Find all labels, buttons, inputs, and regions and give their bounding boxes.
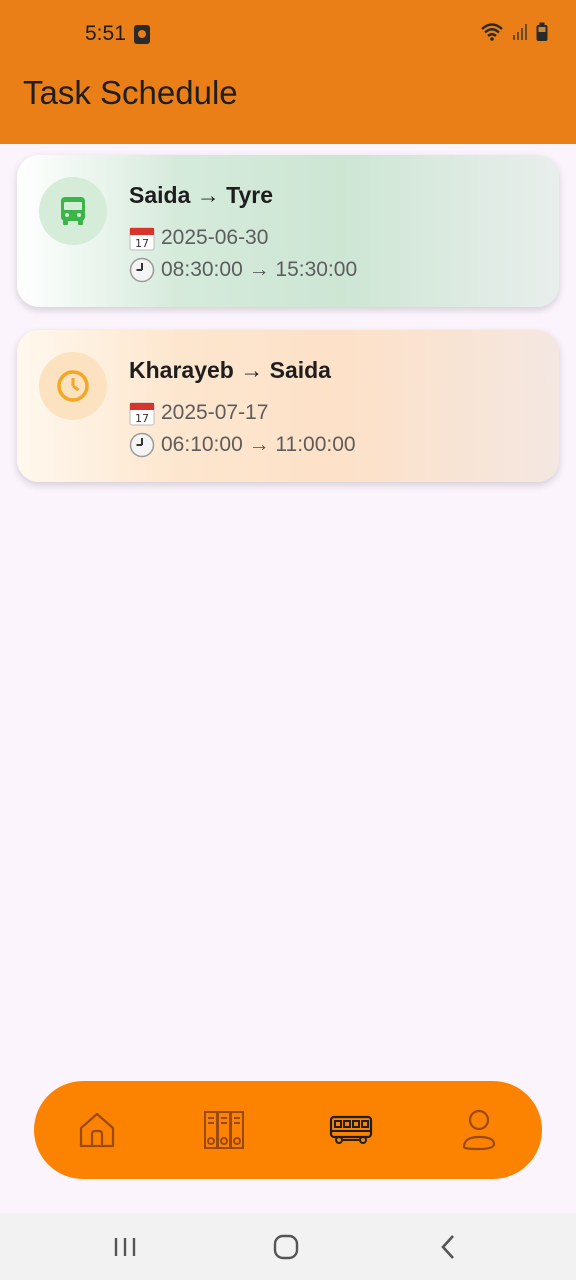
task-date-row: 17 2025-07-17	[129, 400, 268, 426]
task-date-row: 17 2025-06-30	[129, 225, 268, 251]
task-card[interactable]: Kharayeb → Saida 17 2025-07-17 06:10:00 …	[17, 330, 559, 482]
calendar-icon: 17	[129, 402, 155, 426]
nav-home[interactable]	[72, 1105, 122, 1155]
profile-icon	[462, 1109, 496, 1151]
task-card[interactable]: Saida → Tyre 17 2025-06-30 08:30:00 → 15…	[17, 155, 559, 307]
clock-icon	[39, 352, 107, 420]
status-time: 5:51	[85, 22, 126, 45]
task-route: Saida → Tyre	[129, 182, 274, 208]
app-bar: 5:51 Task Schedule	[0, 0, 576, 144]
back-icon	[441, 1235, 454, 1259]
nav-profile[interactable]	[454, 1105, 504, 1155]
nav-lockers[interactable]	[199, 1105, 249, 1155]
bus-icon	[39, 177, 107, 245]
task-time-row: 08:30:00 → 15:30:00	[129, 257, 357, 283]
wifi-icon	[481, 23, 503, 41]
status-bar: 5:51	[0, 0, 576, 70]
task-date: 2025-06-30	[161, 226, 269, 249]
svg-text:17: 17	[135, 412, 149, 425]
system-nav-bar	[0, 1213, 576, 1280]
page-title: Task Schedule	[23, 74, 238, 111]
task-date: 2025-07-17	[161, 401, 269, 424]
task-time-range: 06:10:00 → 11:00:00	[161, 433, 356, 456]
calendar-icon: 17	[129, 227, 155, 251]
home-circle-icon	[273, 1234, 299, 1260]
signal-icon	[513, 24, 527, 40]
lockers-icon	[204, 1111, 244, 1149]
clock-emoji-icon	[129, 257, 155, 283]
back-button[interactable]	[431, 1231, 465, 1263]
home-icon	[79, 1112, 115, 1148]
bus-icon	[329, 1115, 373, 1144]
recent-apps-icon	[114, 1238, 136, 1256]
task-time-range: 08:30:00 → 15:30:00	[161, 258, 358, 281]
task-time-row: 06:10:00 → 11:00:00	[129, 432, 356, 458]
svg-text:17: 17	[135, 237, 149, 250]
bottom-nav	[34, 1081, 542, 1179]
status-icons	[480, 22, 548, 42]
home-button[interactable]	[269, 1231, 303, 1263]
nav-bus[interactable]	[326, 1105, 376, 1155]
app-notification-icon	[134, 25, 150, 44]
battery-icon	[536, 22, 548, 41]
clock-emoji-icon	[129, 432, 155, 458]
task-route: Kharayeb → Saida	[129, 357, 331, 383]
recent-apps-button[interactable]	[108, 1231, 142, 1263]
